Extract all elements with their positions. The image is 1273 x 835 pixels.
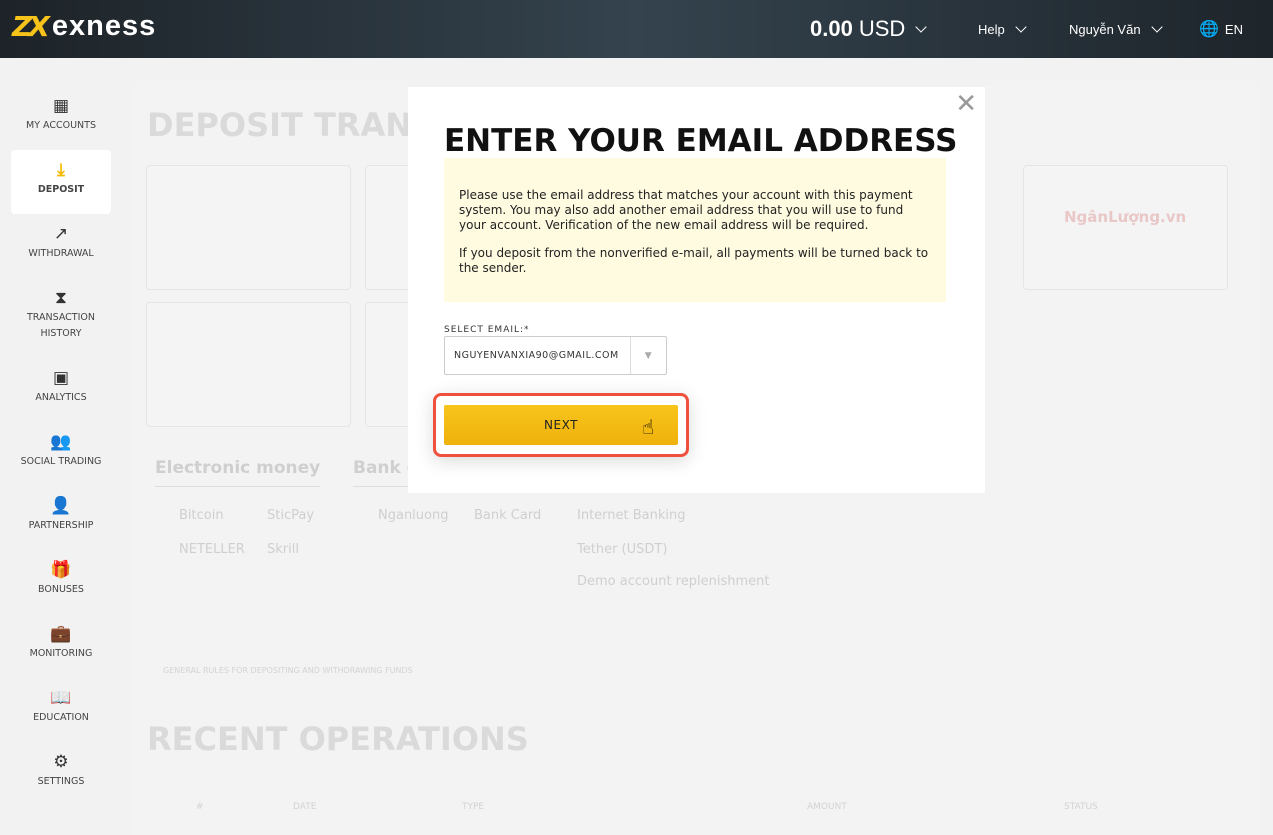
sidebar-item-monitoring[interactable]: 💼 MONITORING bbox=[11, 614, 111, 678]
sidebar-item-label: PARTNERSHIP bbox=[28, 520, 94, 531]
sidebar-item-label: DEPOSIT bbox=[37, 184, 85, 195]
book-icon: 📖 bbox=[50, 688, 72, 708]
sidebar-item-label: TRANSACTION HISTORY bbox=[27, 312, 95, 339]
sidebar-item-label: SOCIAL TRADING bbox=[20, 456, 102, 467]
sidebar-item-label: ANALYTICS bbox=[35, 392, 87, 403]
column-header: AMOUNT bbox=[807, 802, 847, 812]
download-icon: ⤓ bbox=[57, 160, 65, 180]
selected-email: NGUYENVANXIA90@GMAIL.COM bbox=[454, 350, 619, 361]
sidebar-item-label: EDUCATION bbox=[33, 712, 89, 723]
sidebar-item-my-accounts[interactable]: ▦ MY ACCOUNTS bbox=[11, 86, 111, 150]
hand-cursor-icon: ☝ bbox=[642, 415, 655, 439]
dashboard-icon: ▦ bbox=[52, 96, 70, 116]
payment-card-cards[interactable] bbox=[146, 302, 351, 427]
select-email-label: SELECT EMAIL:* bbox=[444, 325, 530, 335]
chevron-down-icon bbox=[915, 21, 927, 33]
payment-card-nganluong[interactable]: NgânLượng.vn bbox=[1023, 165, 1228, 290]
partner-icon: 👤 bbox=[50, 496, 72, 516]
method-skrill[interactable]: Skrill bbox=[267, 542, 299, 557]
rules-link[interactable]: GENERAL RULES FOR DEPOSITING AND WITHDRA… bbox=[163, 666, 413, 675]
email-select[interactable]: NGUYENVANXIA90@GMAIL.COM ▼ bbox=[444, 336, 667, 375]
sidebar-item-label: MONITORING bbox=[29, 648, 93, 659]
sidebar-item-label: WITHDRAWAL bbox=[28, 248, 94, 259]
method-demo[interactable]: Demo account replenishment bbox=[577, 574, 769, 589]
briefcase-icon: 💼 bbox=[50, 624, 72, 644]
tab-electronic-money[interactable]: Electronic money bbox=[155, 458, 321, 487]
column-header: TYPE bbox=[462, 802, 485, 812]
sidebar-item-withdrawal[interactable]: ↗ WITHDRAWAL bbox=[11, 214, 111, 278]
method-sticpay[interactable]: SticPay bbox=[267, 508, 314, 523]
globe-icon: 🌐 bbox=[1199, 21, 1219, 38]
modal-title: ENTER YOUR EMAIL ADDRESS bbox=[444, 123, 958, 159]
sidebar-item-partnership[interactable]: 👤 PARTNERSHIP bbox=[11, 486, 111, 550]
method-internet-banking[interactable]: Internet Banking bbox=[577, 508, 686, 523]
sidebar-item-label: MY ACCOUNTS bbox=[26, 120, 96, 131]
top-bar: ZX exness 0.00 USD Help Nguyễn Văn 🌐 EN bbox=[0, 0, 1273, 58]
recent-operations-title: RECENT OPERATIONS bbox=[147, 720, 529, 758]
sidebar-item-analytics[interactable]: ▣ ANALYTICS bbox=[11, 358, 111, 422]
balance-dropdown[interactable]: 0.00 USD bbox=[810, 0, 927, 58]
sidebar-item-label: BONUSES bbox=[38, 584, 84, 595]
sidebar-item-education[interactable]: 📖 EDUCATION bbox=[11, 678, 111, 742]
method-nganluong[interactable]: Nganluong bbox=[378, 508, 448, 523]
column-header: # bbox=[196, 802, 204, 812]
method-bitcoin[interactable]: Bitcoin bbox=[179, 508, 224, 523]
info-text: If you deposit from the nonverified e-ma… bbox=[459, 246, 929, 275]
method-bank-card[interactable]: Bank Card bbox=[474, 508, 541, 523]
sidebar-item-deposit[interactable]: ⤓ DEPOSIT bbox=[11, 150, 111, 214]
method-tether[interactable]: Tether (USDT) bbox=[577, 542, 667, 557]
gear-icon: ⚙ bbox=[53, 752, 69, 772]
caret-down-icon: ▼ bbox=[630, 337, 666, 374]
payment-card[interactable] bbox=[146, 165, 351, 290]
hourglass-icon: ⧗ bbox=[55, 288, 67, 308]
language-selector[interactable]: 🌐 EN bbox=[1199, 0, 1243, 58]
sidebar-item-settings[interactable]: ⚙ SETTINGS bbox=[11, 742, 111, 806]
sidebar-item-transaction-history[interactable]: ⧗ TRANSACTION HISTORY bbox=[11, 278, 111, 358]
chevron-down-icon bbox=[1150, 21, 1163, 33]
upload-arrow-icon: ↗ bbox=[53, 224, 69, 244]
close-icon[interactable]: ✕ bbox=[955, 89, 977, 119]
chevron-down-icon bbox=[1015, 21, 1027, 33]
column-header: STATUS bbox=[1064, 802, 1098, 812]
sidebar-item-social-trading[interactable]: 👥 SOCIAL TRADING bbox=[11, 422, 111, 486]
user-dropdown[interactable]: Nguyễn Văn bbox=[1069, 0, 1163, 58]
users-icon: 👥 bbox=[50, 432, 72, 452]
gift-icon: 🎁 bbox=[50, 560, 72, 580]
help-dropdown[interactable]: Help bbox=[978, 0, 1027, 58]
sidebar-item-label: SETTINGS bbox=[37, 776, 85, 787]
method-neteller[interactable]: NETELLER bbox=[179, 542, 245, 557]
info-text: Please use the email address that matche… bbox=[459, 188, 913, 232]
email-modal: ✕ ENTER YOUR EMAIL ADDRESS Please use th… bbox=[408, 87, 985, 493]
exness-logo[interactable]: ZX exness bbox=[12, 10, 156, 43]
info-box: Please use the email address that matche… bbox=[444, 158, 946, 302]
presentation-chart-icon: ▣ bbox=[52, 368, 70, 388]
column-header: DATE bbox=[293, 802, 317, 812]
sidebar-item-bonuses[interactable]: 🎁 BONUSES bbox=[11, 550, 111, 614]
